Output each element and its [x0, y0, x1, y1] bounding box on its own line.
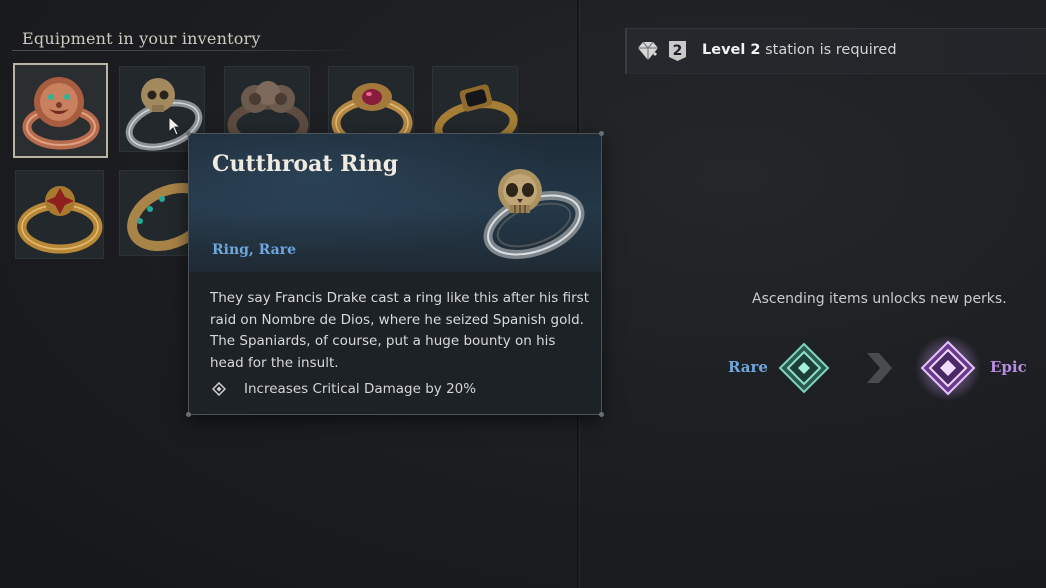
gem-icon — [638, 41, 658, 60]
cross-ring-icon — [17, 186, 103, 254]
ascension-arrow-icon — [867, 353, 892, 383]
tooltip-item-type: Ring, Rare — [212, 242, 296, 258]
rarity-from-label: Rare — [728, 358, 768, 376]
diamond-bullet-icon — [212, 382, 226, 396]
tooltip-corner — [186, 131, 191, 136]
cutthroat-ring-image — [483, 169, 585, 259]
mouse-cursor-icon — [168, 116, 182, 136]
lion-ring-icon — [22, 77, 100, 150]
rarity-to-label: Epic — [990, 358, 1027, 376]
tooltip-description: They say Francis Drake cast a ring like … — [210, 290, 589, 371]
station-level-badge: 2 — [669, 41, 686, 61]
tooltip-perk-text: Increases Critical Damage by 20% — [244, 381, 477, 397]
inventory-title-rule — [12, 50, 364, 51]
station-level-label: Level 2 — [702, 42, 761, 58]
tooltip-corner — [599, 131, 604, 136]
ascension-info-text: Ascending items unlocks new perks. — [752, 291, 1007, 307]
inventory-slot-cross-ring[interactable] — [15, 170, 104, 259]
tooltip-perk: Increases Critical Damage by 20% — [212, 381, 476, 397]
inventory-slot-lion-ring[interactable] — [13, 63, 108, 158]
epic-rarity-diamond-icon — [915, 335, 981, 401]
rare-rarity-diamond-icon — [778, 342, 830, 394]
station-required-suffix: station is required — [760, 42, 897, 58]
inventory-title: Equipment in your inventory — [22, 29, 261, 48]
tooltip-corner — [186, 412, 191, 417]
tooltip-corner — [599, 412, 604, 417]
station-requirement-text: Level 2 station is required — [702, 42, 897, 58]
tooltip-title: Cutthroat Ring — [212, 151, 399, 177]
item-tooltip: Cutthroat Ring Ring, Rare They say Franc… — [186, 131, 604, 417]
